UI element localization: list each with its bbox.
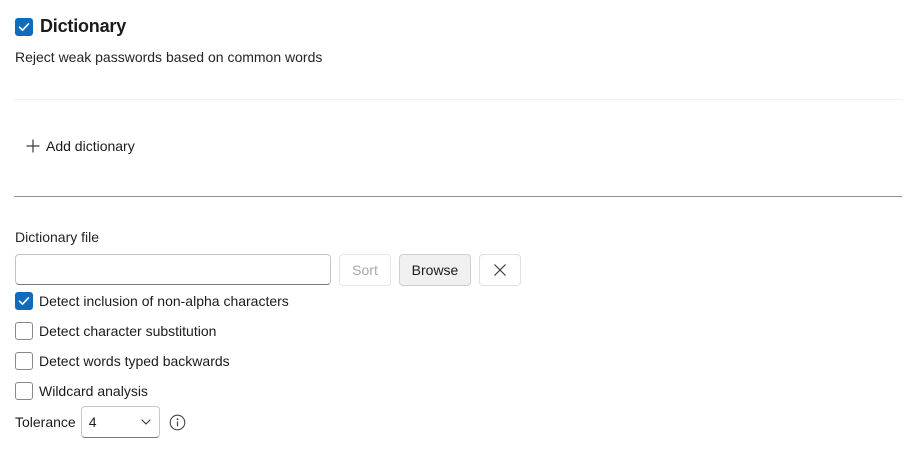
plus-icon (26, 139, 40, 153)
dictionary-settings-panel: Dictionary Reject weak passwords based o… (0, 0, 906, 455)
non-alpha-checkbox[interactable] (15, 292, 33, 310)
checkmark-icon (18, 22, 30, 31)
dictionary-title: Dictionary (40, 16, 127, 36)
character-substitution-checkbox[interactable] (15, 322, 33, 340)
section-divider (14, 99, 902, 100)
add-dictionary-button[interactable]: Add dictionary (26, 138, 135, 154)
sort-button[interactable]: Sort (339, 254, 391, 286)
tolerance-value: 4 (88, 414, 97, 430)
tolerance-select[interactable]: 4 (80, 406, 160, 438)
wildcard-analysis-label: Wildcard analysis (39, 383, 148, 399)
words-backwards-checkbox[interactable] (15, 352, 33, 370)
non-alpha-label: Detect inclusion of non-alpha characters (39, 293, 289, 309)
close-icon (494, 264, 506, 276)
wildcard-analysis-checkbox[interactable] (15, 382, 33, 400)
dictionary-enable-checkbox[interactable] (15, 17, 33, 36)
option-words-backwards[interactable]: Detect words typed backwards (15, 352, 230, 370)
dictionary-file-input[interactable] (15, 254, 331, 285)
clear-file-button[interactable] (479, 254, 521, 286)
option-character-substitution[interactable]: Detect character substitution (15, 322, 216, 340)
tolerance-row: Tolerance 4 (15, 406, 186, 438)
section-divider-dark (14, 196, 902, 197)
dictionary-description: Reject weak passwords based on common wo… (15, 49, 323, 65)
option-wildcard-analysis[interactable]: Wildcard analysis (15, 382, 148, 400)
chevron-down-icon (141, 419, 151, 425)
checkmark-icon (18, 297, 30, 305)
info-icon[interactable] (169, 414, 186, 431)
add-dictionary-label: Add dictionary (46, 138, 135, 154)
option-non-alpha[interactable]: Detect inclusion of non-alpha characters (15, 292, 289, 310)
browse-button[interactable]: Browse (399, 254, 471, 286)
tolerance-label: Tolerance (15, 414, 76, 430)
dictionary-header: Dictionary (15, 16, 126, 37)
dictionary-file-label: Dictionary file (15, 229, 100, 245)
words-backwards-label: Detect words typed backwards (39, 353, 230, 369)
character-substitution-label: Detect character substitution (39, 323, 217, 339)
